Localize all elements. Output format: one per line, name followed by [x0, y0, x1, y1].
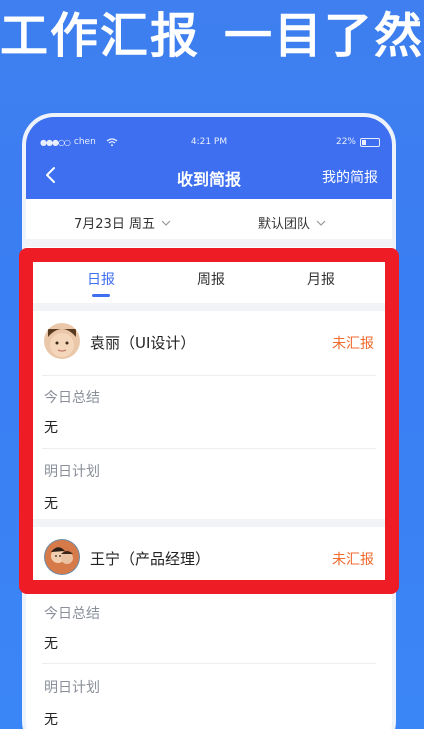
- chevron-down-icon: [316, 220, 326, 226]
- summary-label: 今日总结: [44, 390, 100, 406]
- date-filter[interactable]: 7月23日 周五: [74, 213, 171, 232]
- section-divider: [26, 519, 392, 527]
- app-header: ●●●○○ chen 4:21 PM 22% 收到简报 我的简报: [26, 117, 392, 199]
- avatar: [44, 539, 80, 575]
- reporter-name: 王宁（产品经理）: [90, 550, 211, 568]
- headline-part2: 一目了然: [223, 8, 424, 64]
- tab-daily[interactable]: 日报: [87, 269, 115, 289]
- row-divider: [42, 663, 376, 664]
- summary-label: 今日总结: [44, 606, 100, 622]
- row-divider: [42, 591, 376, 592]
- plan-label: 明日计划: [44, 680, 100, 696]
- tab-weekly[interactable]: 周报: [197, 269, 225, 289]
- promo-headline: 工作汇报 一目了然: [0, 0, 424, 64]
- summary-value: 无: [44, 636, 58, 652]
- date-filter-label: 7月23日 周五: [74, 217, 155, 232]
- row-divider: [42, 448, 376, 449]
- row-divider: [42, 375, 376, 376]
- filter-bar: 7月23日 周五 默认团队: [26, 199, 392, 247]
- status-badge: 未汇报: [332, 552, 374, 568]
- battery-icon: [360, 137, 380, 147]
- status-bar: ●●●○○ chen 4:21 PM 22%: [26, 135, 392, 151]
- avatar: [44, 323, 80, 359]
- reporter-name: 袁丽（UI设计）: [90, 334, 196, 352]
- tab-monthly[interactable]: 月报: [307, 269, 335, 289]
- my-briefs-button[interactable]: 我的简报: [322, 167, 378, 187]
- report-list: 日报 周报 月报 袁丽（UI设计） 未汇报 今日总结 无 明日计划 无 王宁（产…: [26, 255, 392, 729]
- plan-label: 明日计划: [44, 464, 100, 480]
- battery-percent: 22%: [335, 137, 356, 147]
- report-card-header[interactable]: 王宁（产品经理） 未汇报: [26, 527, 392, 591]
- section-divider: [26, 303, 392, 311]
- plan-value: 无: [44, 496, 58, 512]
- phone-frame: ●●●○○ chen 4:21 PM 22% 收到简报 我的简报 7月23日 周…: [22, 113, 396, 729]
- report-card-header[interactable]: 袁丽（UI设计） 未汇报: [26, 311, 392, 375]
- chevron-down-icon: [161, 220, 171, 226]
- report-tabs: 日报 周报 月报: [26, 255, 392, 303]
- team-filter-label: 默认团队: [258, 217, 311, 232]
- team-filter[interactable]: 默认团队: [258, 213, 326, 232]
- summary-value: 无: [44, 420, 58, 436]
- headline-part1: 工作汇报: [0, 8, 201, 64]
- plan-value: 无: [44, 712, 58, 728]
- active-tab-indicator: [92, 294, 110, 297]
- status-badge: 未汇报: [332, 336, 374, 352]
